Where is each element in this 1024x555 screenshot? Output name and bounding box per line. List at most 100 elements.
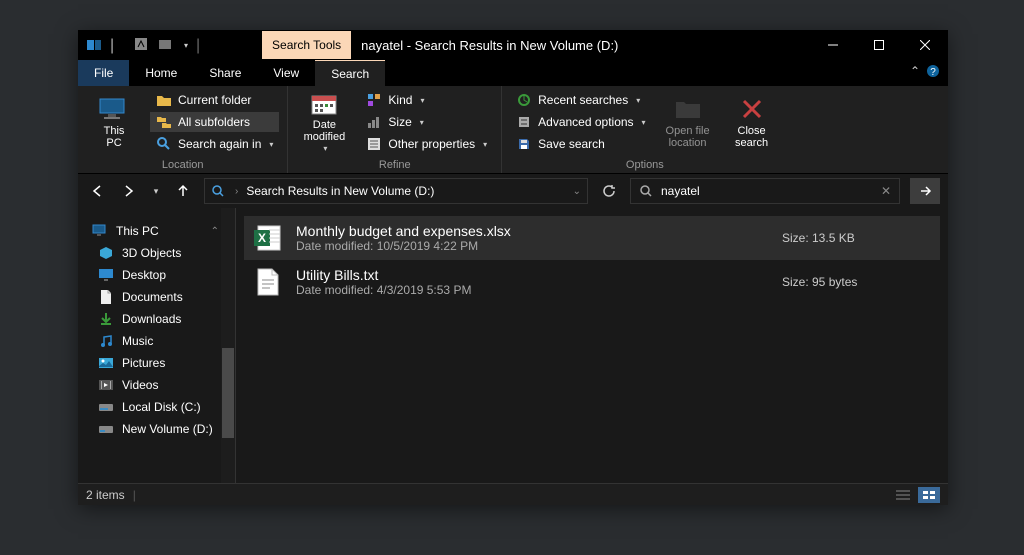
group-label: Location [86, 157, 279, 171]
body: This PC ⌃ 3D Objects Desktop Documents D… [78, 208, 948, 483]
list-item[interactable]: Utility Bills.txt Date modified: 4/3/201… [244, 260, 940, 304]
tab-view[interactable]: View [257, 60, 315, 86]
sidebar-item-this-pc[interactable]: This PC ⌃ [78, 220, 235, 242]
close-search-button[interactable]: Close search [724, 90, 780, 154]
details-view-button[interactable] [892, 487, 914, 503]
sidebar-item-3d-objects[interactable]: 3D Objects [78, 242, 235, 264]
collapse-ribbon-icon[interactable]: ⌃ [910, 64, 920, 78]
search-icon [639, 184, 653, 198]
size-button[interactable]: Size▾ [360, 112, 493, 132]
thumbnails-view-button[interactable] [918, 487, 940, 503]
search-box[interactable]: ✕ [630, 178, 900, 204]
file-modified: Date modified: 4/3/2019 5:53 PM [296, 283, 770, 297]
folder-icon [156, 92, 172, 108]
divider: | [110, 37, 126, 53]
file-name: Utility Bills.txt [296, 267, 770, 283]
tab-home[interactable]: Home [129, 60, 193, 86]
size-icon [366, 114, 382, 130]
quick-access-toolbar: | ▾ | [78, 37, 212, 53]
svg-text:?: ? [930, 67, 936, 78]
chevron-up-icon[interactable]: ⌃ [211, 226, 219, 237]
scrollbar-thumb[interactable] [222, 348, 234, 438]
status-count: 2 items [86, 488, 125, 502]
minimize-button[interactable] [810, 30, 856, 60]
results-list: X Monthly budget and expenses.xlsx Date … [236, 208, 948, 483]
navbar: ▾ › Search Results in New Volume (D:) ⌄ … [78, 174, 948, 208]
context-tab-label[interactable]: Search Tools [262, 31, 351, 59]
search-results-icon [211, 184, 227, 198]
file-size: Size: 13.5 KB [782, 231, 932, 245]
advanced-options-button[interactable]: Advanced options▾ [510, 112, 651, 132]
refresh-button[interactable] [598, 180, 620, 202]
current-folder-button[interactable]: Current folder [150, 90, 279, 110]
date-modified-button[interactable]: Date modified▾ [296, 90, 352, 154]
list-item[interactable]: X Monthly budget and expenses.xlsx Date … [244, 216, 940, 260]
file-name: Monthly budget and expenses.xlsx [296, 223, 770, 239]
sidebar-scrollbar[interactable] [221, 208, 235, 483]
cube-icon [98, 245, 114, 261]
kind-icon [366, 92, 382, 108]
statusbar: 2 items| [78, 483, 948, 505]
kind-button[interactable]: Kind▾ [360, 90, 493, 110]
up-button[interactable] [172, 180, 194, 202]
chevron-right-icon[interactable]: › [235, 186, 238, 197]
folder-open-icon [672, 95, 704, 123]
new-folder-icon[interactable] [158, 37, 174, 53]
file-modified: Date modified: 10/5/2019 4:22 PM [296, 239, 770, 253]
back-button[interactable] [86, 180, 108, 202]
window-controls [810, 30, 948, 60]
sidebar-item-music[interactable]: Music [78, 330, 235, 352]
ribbon: This PC Current folder All subfolders Se… [78, 86, 948, 174]
group-label: Refine [296, 157, 493, 171]
help-icon[interactable]: ? [926, 64, 940, 78]
disk-icon [98, 421, 114, 437]
address-path: Search Results in New Volume (D:) [246, 184, 434, 198]
computer-icon [98, 95, 130, 123]
menubar: File Home Share View Search ⌃ ? [78, 60, 948, 86]
sidebar-item-local-disk-c[interactable]: Local Disk (C:) [78, 396, 235, 418]
search-again-in-button[interactable]: Search again in▾ [150, 134, 279, 154]
clear-search-icon[interactable]: ✕ [881, 184, 891, 198]
document-icon [98, 289, 114, 305]
save-search-button[interactable]: Save search [510, 134, 651, 154]
divider: | [196, 37, 212, 53]
tab-file[interactable]: File [78, 60, 129, 86]
sidebar-item-pictures[interactable]: Pictures [78, 352, 235, 374]
close-button[interactable] [902, 30, 948, 60]
search-go-button[interactable] [910, 178, 940, 204]
calendar-icon [308, 90, 340, 117]
qat-dropdown-icon[interactable]: ▾ [184, 41, 188, 50]
sidebar-item-videos[interactable]: Videos [78, 374, 235, 396]
recent-searches-button[interactable]: Recent searches▾ [510, 90, 651, 110]
computer-icon [92, 223, 108, 239]
gear-icon [516, 114, 532, 130]
svg-text:X: X [258, 231, 266, 245]
titlebar: | ▾ | Search Tools nayatel - Search Resu… [78, 30, 948, 60]
sidebar-item-new-volume-d[interactable]: New Volume (D:) [78, 418, 235, 440]
forward-button[interactable] [118, 180, 140, 202]
sidebar-item-documents[interactable]: Documents [78, 286, 235, 308]
all-subfolders-button[interactable]: All subfolders [150, 112, 279, 132]
other-properties-button[interactable]: Other properties▾ [360, 134, 493, 154]
text-file-icon [252, 266, 284, 298]
group-label: Options [510, 157, 779, 171]
tab-search[interactable]: Search [315, 60, 385, 86]
file-size: Size: 95 bytes [782, 275, 932, 289]
search-input[interactable] [661, 184, 873, 198]
chevron-down-icon[interactable]: ⌄ [573, 186, 581, 197]
maximize-button[interactable] [856, 30, 902, 60]
desktop-icon [98, 267, 114, 283]
properties-icon[interactable] [134, 37, 150, 53]
sidebar-item-downloads[interactable]: Downloads [78, 308, 235, 330]
history-dropdown-icon[interactable]: ▾ [150, 180, 162, 202]
address-bar[interactable]: › Search Results in New Volume (D:) ⌄ [204, 178, 588, 204]
recent-icon [516, 92, 532, 108]
this-pc-button[interactable]: This PC [86, 90, 142, 154]
tab-share[interactable]: Share [193, 60, 257, 86]
video-icon [98, 377, 114, 393]
search-icon [156, 136, 172, 152]
properties-icon [366, 136, 382, 152]
open-file-location-button[interactable]: Open file location [660, 90, 716, 154]
sidebar-item-desktop[interactable]: Desktop [78, 264, 235, 286]
ribbon-group-location: This PC Current folder All subfolders Se… [78, 86, 288, 173]
